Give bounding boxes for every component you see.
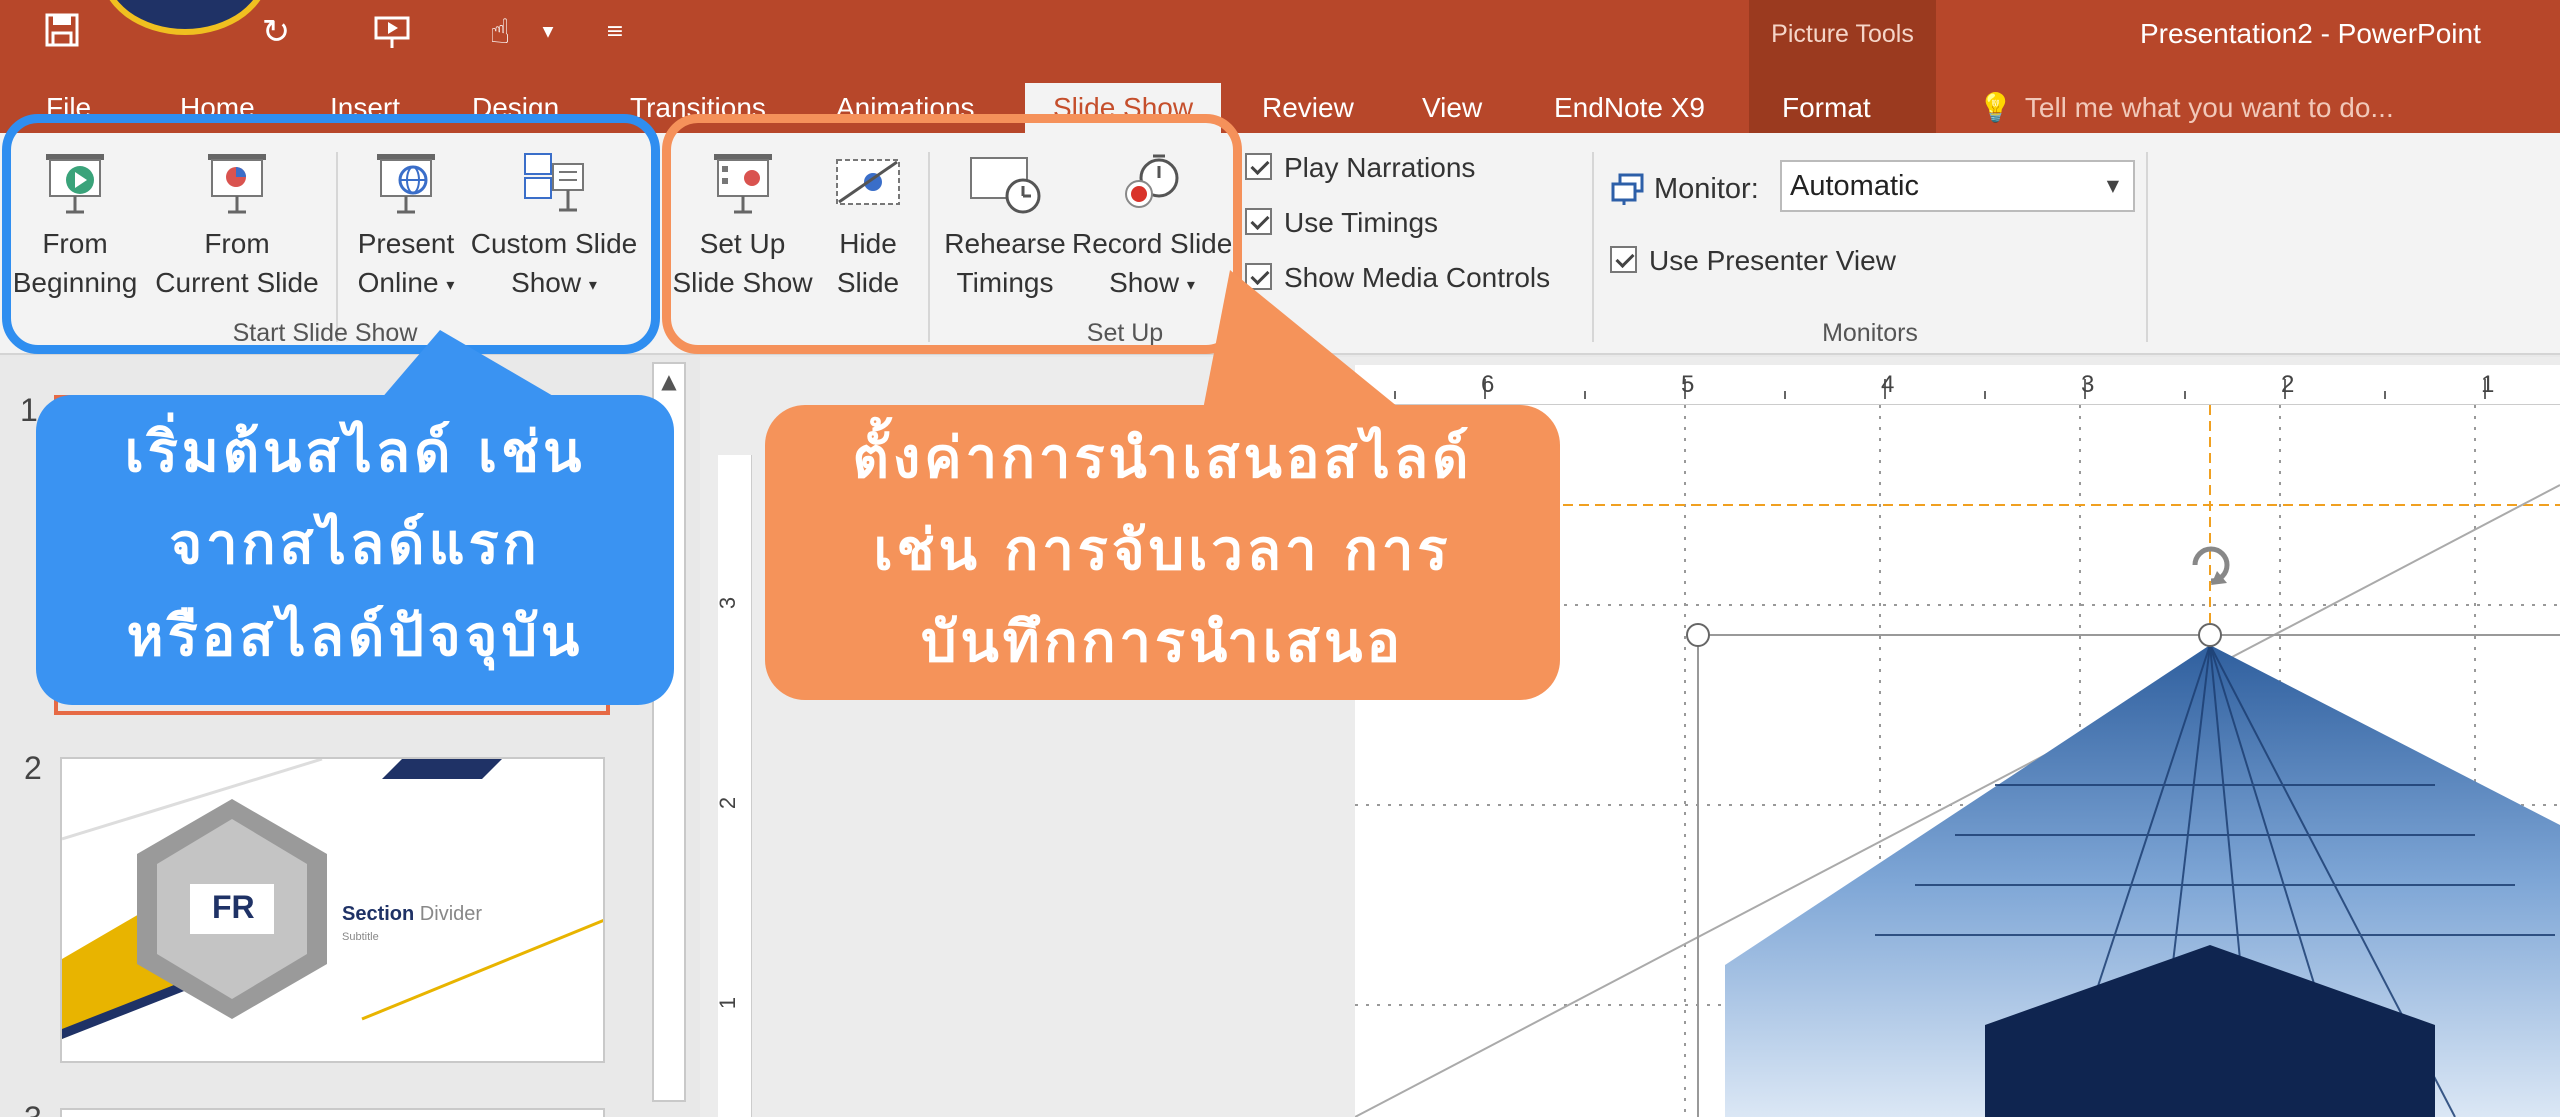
callout-blue-line: หรือสไลด์ปัจจุบัน <box>126 604 584 669</box>
callout-start-slide-show: เริ่มต้นสไลด์ เช่น จากสไลด์แรก หรือสไลด์… <box>36 395 674 705</box>
callout-orange-line: บันทึกการนำเสนอ <box>920 610 1405 675</box>
callout-set-up: ตั้งค่าการนำเสนอสไลด์ เช่น การจับเวลา กา… <box>765 405 1560 700</box>
callout-orange-line: เช่น การจับเวลา การ <box>873 518 1452 583</box>
callout-blue-line: เริ่มต้นสไลด์ เช่น <box>124 420 586 485</box>
callout-orange-line: ตั้งค่าการนำเสนอสไลด์ <box>852 426 1473 491</box>
callout-blue-line: จากสไลด์แรก <box>169 512 541 577</box>
